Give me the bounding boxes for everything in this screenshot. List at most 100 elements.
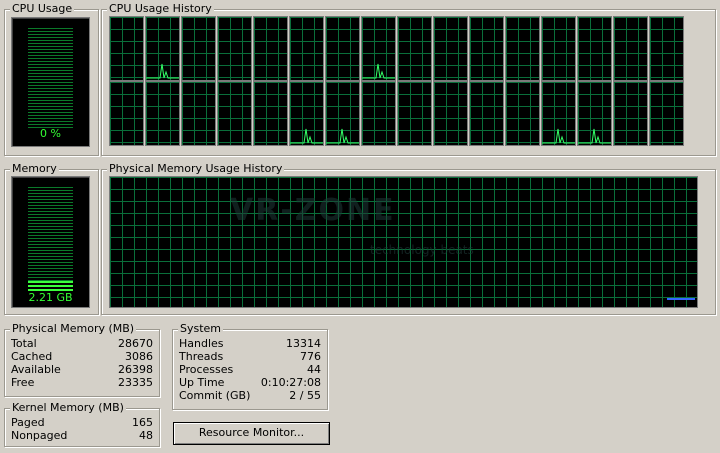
cpu-core-graph (289, 81, 324, 146)
pm-value: 3086 (125, 350, 153, 363)
system-title: System (178, 322, 224, 335)
cpu-spike (542, 128, 575, 144)
cpu-core-grid (110, 82, 143, 145)
cpu-spike-line (290, 128, 323, 144)
pm-value: 26398 (118, 363, 153, 376)
km-label: Paged (11, 416, 45, 429)
km-row-nonpaged: Nonpaged 48 (11, 429, 153, 442)
cpu-core-graph (109, 81, 144, 146)
sys-label: Processes (179, 363, 234, 376)
memory-history-graph (109, 176, 698, 308)
cpu-core-graph (613, 81, 648, 146)
sys-label: Threads (179, 350, 224, 363)
pm-value: 28670 (118, 337, 153, 350)
cpu-core-graph (577, 81, 612, 146)
pm-row-free: Free 23335 (11, 376, 153, 389)
cpu-core-graph (505, 81, 540, 146)
cpu-core-graph (289, 16, 324, 81)
cpu-core-graph (181, 16, 216, 81)
cpu-core-graph (397, 16, 432, 81)
cpu-core-graph (541, 16, 576, 81)
watermark-tagline: technology beats (370, 243, 474, 257)
memory-history-title: Physical Memory Usage History (107, 162, 285, 175)
cpu-core-graph (613, 16, 648, 81)
memory-history-line (667, 298, 695, 300)
cpu-usage-title: CPU Usage (10, 2, 75, 15)
cpu-core-graph (325, 81, 360, 146)
cpu-core-graph (433, 16, 468, 81)
cpu-spike-line (146, 63, 179, 79)
cpu-core-grid (254, 82, 287, 145)
memory-meter: 2.21 GB (11, 176, 90, 308)
memory-meter-fill (28, 281, 73, 291)
cpu-spike-line (326, 128, 359, 144)
cpu-core-grid (254, 17, 287, 80)
physical-memory-title: Physical Memory (MB) (10, 322, 137, 335)
cpu-core-grid (326, 17, 359, 80)
cpu-core-graph (505, 16, 540, 81)
resource-monitor-button[interactable]: Resource Monitor... (173, 422, 330, 445)
cpu-core-graph (469, 81, 504, 146)
sys-label: Up Time (179, 376, 225, 389)
sys-value: 44 (307, 363, 321, 376)
cpu-spike-line (542, 128, 575, 144)
cpu-core-grid (182, 82, 215, 145)
sys-row-uptime: Up Time 0:10:27:08 (179, 376, 321, 389)
cpu-core-graph (253, 81, 288, 146)
cpu-spike (146, 63, 179, 79)
cpu-core-grid (290, 17, 323, 80)
cpu-core-grid (434, 82, 467, 145)
pm-label: Free (11, 376, 35, 389)
cpu-core-grid (506, 17, 539, 80)
cpu-core-graph (181, 81, 216, 146)
cpu-core-graph (361, 81, 396, 146)
cpu-core-grid (614, 17, 647, 80)
system-group: Handles 13314 Threads 776 Processes 44 Up T… (172, 329, 328, 410)
cpu-core-graph (109, 16, 144, 81)
cpu-core-graph (145, 81, 180, 146)
cpu-core-grid (650, 17, 683, 80)
cpu-core-graph (217, 16, 252, 81)
sys-row-threads: Threads 776 (179, 350, 321, 363)
cpu-core-graph (361, 16, 396, 81)
cpu-core-grid (614, 82, 647, 145)
cpu-core-grid (542, 17, 575, 80)
km-label: Nonpaged (11, 429, 68, 442)
sys-value: 13314 (286, 337, 321, 350)
cpu-history-title: CPU Usage History (107, 2, 214, 15)
cpu-spike (326, 128, 359, 144)
cpu-meter-bars (28, 28, 73, 128)
cpu-core-graph (577, 16, 612, 81)
memory-title: Memory (10, 162, 59, 175)
cpu-core-grid (398, 82, 431, 145)
sys-label: Handles (179, 337, 224, 350)
cpu-core-graph (253, 16, 288, 81)
memory-meter-bars (28, 187, 73, 283)
sys-value: 0:10:27:08 (260, 376, 321, 389)
km-value: 48 (139, 429, 153, 442)
sys-row-handles: Handles 13314 (179, 337, 321, 350)
cpu-core-graph (649, 81, 684, 146)
sys-value: 2 / 55 (289, 389, 321, 402)
cpu-core-grid (650, 82, 683, 145)
cpu-core-graph (217, 81, 252, 146)
watermark-logo: VR-ZONE (230, 193, 396, 228)
sys-row-processes: Processes 44 (179, 363, 321, 376)
cpu-core-grid (218, 82, 251, 145)
cpu-spike-line (578, 128, 611, 144)
cpu-core-grid (578, 17, 611, 80)
cpu-core-graph (397, 81, 432, 146)
cpu-core-graph (145, 16, 180, 81)
cpu-core-graph (649, 16, 684, 81)
cpu-core-grid (506, 82, 539, 145)
pm-label: Total (11, 337, 37, 350)
cpu-spike (290, 128, 323, 144)
cpu-core-grid (218, 17, 251, 80)
cpu-core-graph (541, 81, 576, 146)
pm-value: 23335 (118, 376, 153, 389)
cpu-spike (578, 128, 611, 144)
cpu-core-grid (470, 17, 503, 80)
cpu-core-grid (470, 82, 503, 145)
cpu-usage-meter: 0 % (11, 17, 90, 147)
pm-label: Available (11, 363, 61, 376)
